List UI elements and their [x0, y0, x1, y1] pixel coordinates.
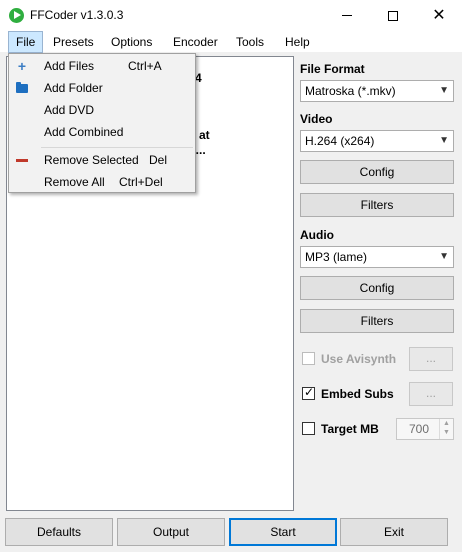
spinner-arrows-icon[interactable]: ▲ ▼	[439, 419, 453, 439]
menu-help[interactable]: Help	[278, 31, 317, 53]
video-filters-button[interactable]: Filters	[300, 193, 454, 217]
use-avisynth-label: Use Avisynth	[321, 352, 397, 366]
use-avisynth-checkbox[interactable]	[302, 352, 315, 365]
target-mb-spinner[interactable]: 700 ▲ ▼	[396, 418, 454, 440]
target-mb-label: Target MB	[321, 422, 379, 436]
menu-item-add-folder[interactable]: Add Folder	[11, 77, 193, 99]
menu-item-label: Add Files	[44, 59, 95, 73]
output-button[interactable]: Output	[117, 518, 225, 546]
menu-item-label: Add Combined	[44, 125, 124, 139]
maximize-icon	[388, 10, 398, 21]
menu-item-add-dvd[interactable]: Add DVD	[11, 99, 193, 121]
audio-config-button[interactable]: Config	[300, 276, 454, 300]
menu-item-add-combined[interactable]: Add Combined	[11, 121, 193, 143]
start-button[interactable]: Start	[229, 518, 337, 546]
menu-item-remove-all[interactable]: Remove All Ctrl+Del	[11, 171, 193, 193]
plus-icon: +	[17, 58, 27, 74]
app-play-icon	[9, 8, 24, 23]
video-codec-select[interactable]: H.264 (x264) ▼	[300, 130, 454, 152]
file-format-label: File Format	[300, 62, 365, 76]
menu-separator	[41, 147, 193, 148]
menu-item-label: Add Folder	[44, 81, 103, 95]
video-codec-value: H.264 (x264)	[305, 134, 375, 148]
defaults-button[interactable]: Defaults	[5, 518, 113, 546]
audio-label: Audio	[300, 228, 334, 242]
minimize-button[interactable]	[324, 0, 370, 31]
menu-item-shortcut: Del	[149, 153, 168, 167]
menu-item-label: Add DVD	[44, 103, 95, 117]
menu-options[interactable]: Options	[104, 31, 159, 53]
file-format-select[interactable]: Matroska (*.mkv) ▼	[300, 80, 454, 102]
menu-encoder[interactable]: Encoder	[166, 31, 225, 53]
video-config-button[interactable]: Config	[300, 160, 454, 184]
audio-codec-select[interactable]: MP3 (lame) ▼	[300, 246, 454, 268]
maximize-button[interactable]	[370, 0, 416, 31]
embed-subs-checkbox[interactable]: ✓	[302, 385, 315, 400]
window-title: FFCoder v1.3.0.3	[30, 8, 124, 22]
close-icon: ✕	[432, 6, 446, 24]
file-format-value: Matroska (*.mkv)	[305, 84, 396, 98]
chevron-down-icon: ▼	[439, 135, 449, 146]
list-item-fragment: 4	[195, 71, 202, 85]
menu-bar: File Presets Options Encoder Tools Help	[0, 31, 462, 53]
audio-codec-value: MP3 (lame)	[305, 250, 368, 264]
minus-icon	[16, 159, 28, 162]
menu-item-shortcut: Ctrl+Del	[119, 175, 163, 189]
avisynth-browse-button[interactable]: ...	[409, 347, 453, 371]
title-bar: FFCoder v1.3.0.3 ✕	[0, 0, 462, 31]
folder-icon	[16, 82, 28, 93]
exit-button[interactable]: Exit	[340, 518, 448, 546]
chevron-down-icon: ▼	[439, 251, 449, 262]
audio-filters-button[interactable]: Filters	[300, 309, 454, 333]
menu-tools[interactable]: Tools	[229, 31, 271, 53]
file-menu-dropdown: + Add Files Ctrl+A Add Folder Add DVD Ad…	[8, 53, 196, 193]
chevron-down-icon: ▼	[439, 85, 449, 96]
video-label: Video	[300, 112, 333, 126]
embed-subs-browse-button[interactable]: ...	[409, 382, 453, 406]
minimize-icon	[342, 15, 352, 16]
menu-item-add-files[interactable]: + Add Files Ctrl+A	[11, 55, 193, 77]
close-button[interactable]: ✕	[416, 0, 462, 31]
menu-item-shortcut: Ctrl+A	[128, 59, 162, 73]
menu-file[interactable]: File	[8, 31, 44, 53]
checkmark-icon: ✓	[304, 385, 315, 399]
embed-subs-label: Embed Subs	[321, 387, 394, 401]
target-mb-checkbox[interactable]	[302, 422, 315, 435]
menu-item-remove-selected[interactable]: Remove Selected Del	[11, 149, 193, 171]
target-mb-value: 700	[409, 422, 430, 436]
menu-item-label: Remove All	[44, 175, 105, 189]
menu-item-label: Remove Selected	[44, 153, 139, 167]
menu-presets[interactable]: Presets	[46, 31, 101, 53]
